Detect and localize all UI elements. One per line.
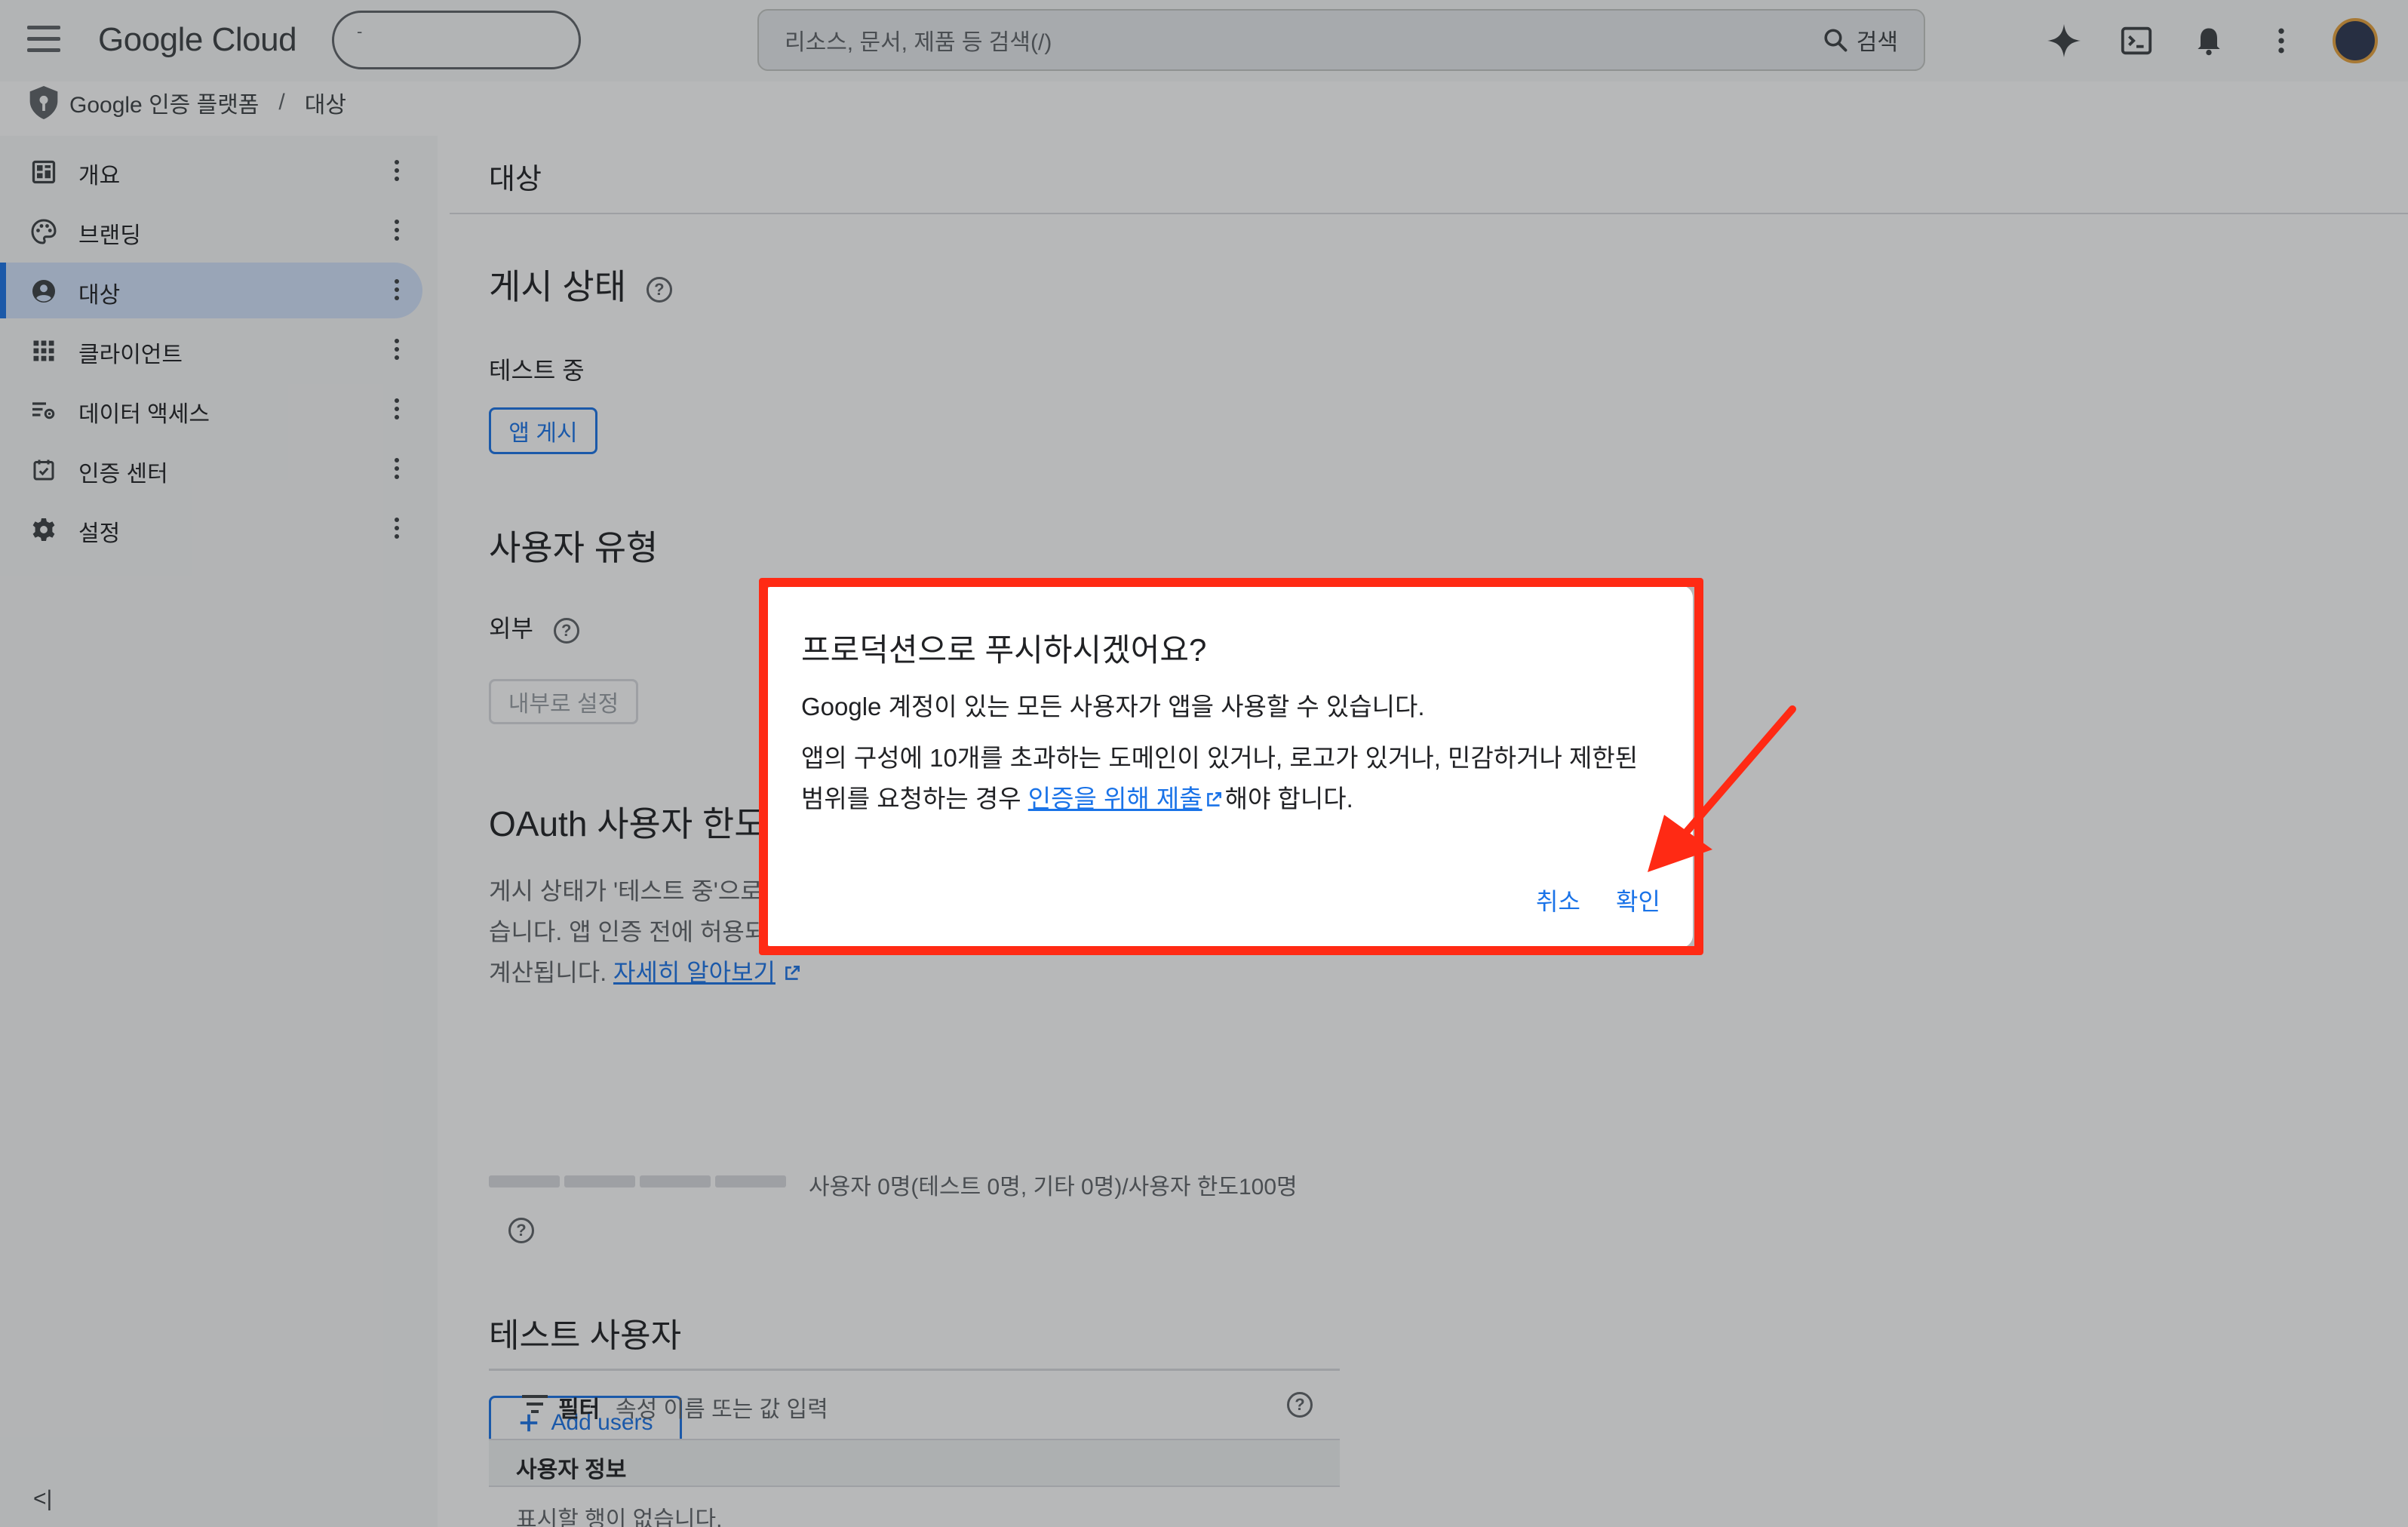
annotation-highlight-box xyxy=(759,578,1703,955)
annotation-arrow xyxy=(1648,705,1796,872)
